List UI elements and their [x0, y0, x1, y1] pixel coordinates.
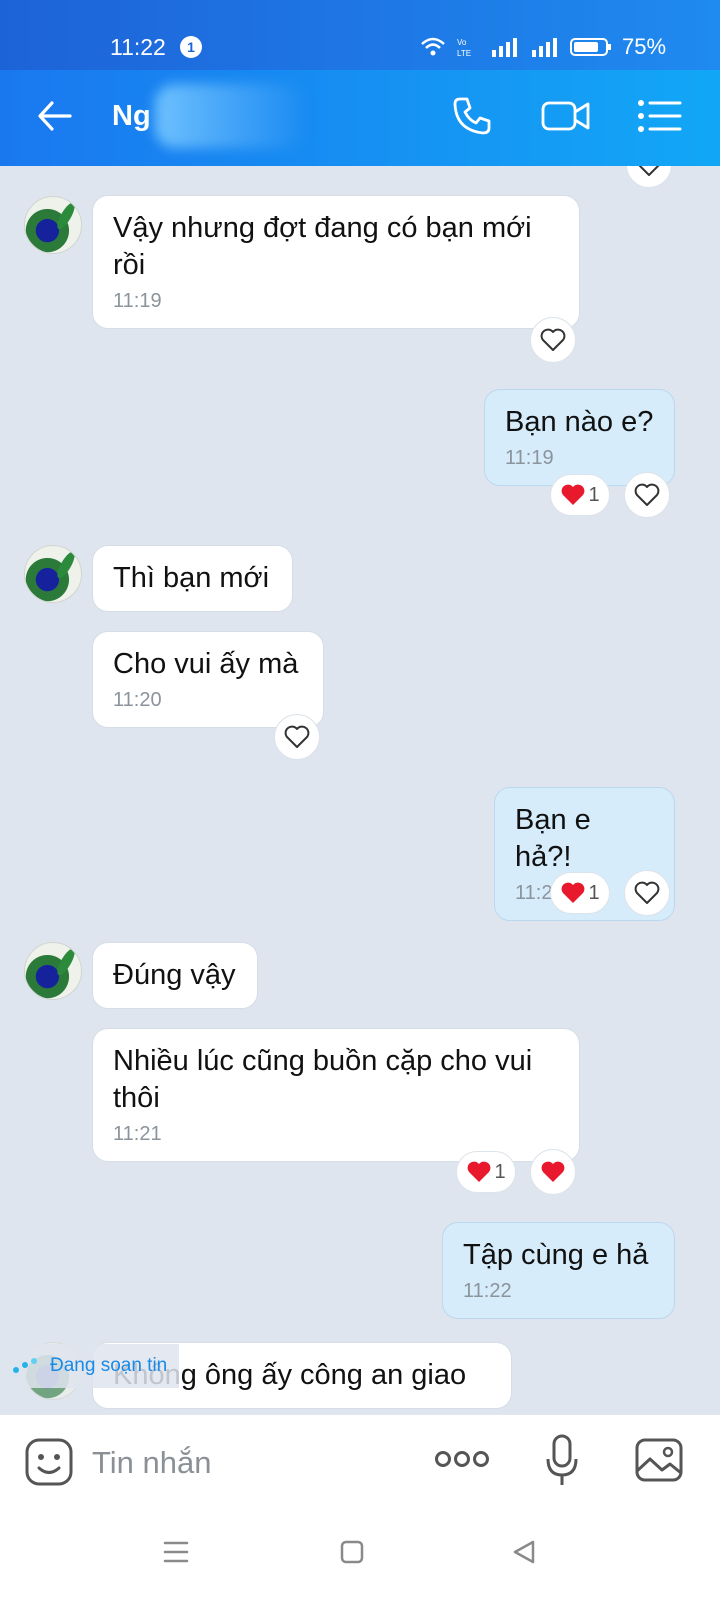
wifi-icon: [421, 37, 445, 56]
message-bubble[interactable]: Nhiều lúc cũng buồn cặp cho vui thôi 11:…: [92, 1028, 580, 1162]
call-button[interactable]: [450, 94, 494, 143]
signal-icon: [492, 38, 517, 57]
status-bar: 11:22 1 Vo LTE 75%: [0, 0, 720, 70]
message-bubble[interactable]: Vậy nhưng đợt đang có bạn mới rồi 11:19: [92, 195, 580, 329]
volte-icon: Vo LTE: [457, 38, 471, 58]
recents-button[interactable]: [162, 1538, 190, 1571]
back-button[interactable]: [36, 98, 72, 139]
status-icons: Vo LTE 75%: [420, 32, 666, 62]
signal-icon-2: [532, 38, 557, 57]
video-icon: [541, 101, 590, 131]
typing-indicator: Đang soạn tin: [0, 1344, 180, 1388]
more-options-button[interactable]: [434, 1439, 490, 1484]
avatar[interactable]: [24, 196, 82, 254]
message-text: Vậy nhưng đợt đang có bạn mới rồi: [113, 212, 532, 281]
typing-text: Đang soạn tin: [50, 1355, 168, 1376]
react-button[interactable]: [274, 714, 320, 760]
battery-percentage: 75%: [622, 34, 667, 59]
message-text: Thì bạn mới: [113, 562, 270, 594]
react-button[interactable]: [624, 472, 670, 518]
message-time: 11:22: [463, 1280, 512, 1302]
chat-header: Ng: [0, 70, 720, 166]
status-time: 11:22: [110, 34, 166, 60]
svg-text:Vo: Vo: [457, 38, 467, 47]
back-arrow-icon: [38, 101, 72, 131]
chat-area[interactable]: Vậy nhưng đợt đang có bạn mới rồi 11:19 …: [0, 166, 720, 1414]
reaction-count: 1: [588, 483, 600, 506]
avatar[interactable]: [24, 545, 82, 603]
reaction-count-badge[interactable]: 1: [550, 474, 610, 516]
video-call-button[interactable]: [540, 94, 592, 143]
message-bubble-outgoing[interactable]: Tập cùng e hả 11:22: [442, 1222, 675, 1319]
blurred-name-overlay: [155, 84, 305, 148]
reaction-count: 1: [494, 1160, 506, 1183]
photo-picker-button[interactable]: [634, 1437, 684, 1488]
sticker-button[interactable]: [24, 1437, 74, 1492]
heart-outline-icon: [634, 881, 660, 904]
message-bubble[interactable]: Thì bạn mới: [92, 545, 293, 612]
message-time: 11:19: [505, 447, 554, 469]
avatar[interactable]: [24, 942, 82, 1000]
message-time: 11:20: [113, 689, 162, 711]
message-text: Bạn e hả?!: [515, 804, 591, 873]
heart-filled-icon: [562, 882, 585, 903]
heart-outline-icon: [634, 483, 660, 506]
heart-outline-icon: [284, 725, 310, 748]
reaction-count-badge[interactable]: 1: [456, 1151, 516, 1193]
microphone-icon: [546, 1434, 578, 1485]
more-dots-icon: [435, 1451, 489, 1467]
heart-filled-icon: [562, 484, 585, 505]
heart-filled-icon: [468, 1161, 491, 1182]
heart-filled-icon: [541, 1161, 565, 1182]
svg-text:LTE: LTE: [457, 49, 471, 58]
message-composer: Tin nhắn: [0, 1414, 720, 1510]
menu-list-icon: [638, 100, 682, 132]
typing-dots-icon: [13, 1358, 37, 1373]
message-time: 11:21: [113, 1123, 162, 1145]
message-text: Nhiều lúc cũng buồn cặp cho vui thôi: [113, 1045, 533, 1114]
system-nav-bar: [0, 1510, 720, 1600]
reaction-count-badge[interactable]: 1: [550, 872, 610, 914]
contact-name[interactable]: Ng: [112, 100, 151, 133]
react-button-reacted[interactable]: [530, 1149, 576, 1195]
menu-lines-icon: [163, 1541, 189, 1563]
notification-badge: 1: [180, 36, 202, 58]
message-text: Cho vui ấy mà: [113, 648, 299, 680]
message-text: Tập cùng e hả: [463, 1239, 649, 1271]
voice-record-button[interactable]: [545, 1433, 579, 1494]
triangle-back-icon: [513, 1540, 535, 1564]
reaction-count: 1: [588, 881, 600, 904]
heart-outline-icon: [540, 328, 566, 351]
home-button[interactable]: [338, 1538, 366, 1571]
square-home-icon: [340, 1540, 364, 1564]
message-input[interactable]: Tin nhắn: [92, 1445, 212, 1481]
emoji-face-icon: [25, 1438, 73, 1486]
message-bubble[interactable]: Cho vui ấy mà 11:20: [92, 631, 324, 728]
options-menu-button[interactable]: [636, 94, 682, 143]
message-text: Bạn nào e?: [505, 406, 654, 438]
phone-icon: [453, 97, 491, 135]
back-nav-button[interactable]: [510, 1538, 538, 1571]
battery-icon: [570, 38, 611, 56]
reaction-heart-outline[interactable]: [626, 166, 672, 188]
message-time: 11:19: [113, 290, 162, 312]
react-button[interactable]: [624, 870, 670, 916]
heart-outline-icon: [638, 166, 660, 176]
message-bubble[interactable]: Đúng vậy: [92, 942, 258, 1009]
message-text: Đúng vậy: [113, 959, 236, 991]
image-gallery-icon: [635, 1438, 683, 1482]
react-button[interactable]: [530, 317, 576, 363]
